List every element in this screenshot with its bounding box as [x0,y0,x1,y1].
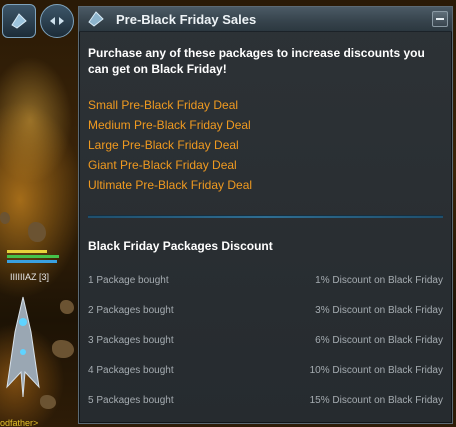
asteroid [60,300,74,314]
player-status-bars [7,250,59,265]
hud-ship-button[interactable] [2,4,36,38]
deal-link-large[interactable]: Large Pre-Black Friday Deal [88,135,443,155]
asteroid [28,222,46,242]
packages-bought: 1 Package bought [88,274,169,286]
packages-bought: 5 Packages bought [88,394,174,406]
deal-link-ultimate[interactable]: Ultimate Pre-Black Friday Deal [88,175,443,195]
packages-bought: 4 Packages bought [88,364,174,376]
deal-list: Small Pre-Black Friday Deal Medium Pre-B… [88,95,443,195]
intro-text: Purchase any of these packages to increa… [88,46,425,76]
discount-value: 1% Discount on Black Friday [315,274,443,286]
discount-value: 3% Discount on Black Friday [315,304,443,316]
discount-row: 5 Packages bought 15% Discount on Black … [88,385,443,415]
packages-bought: 3 Packages bought [88,334,174,346]
chat-fragment: odfather> [0,418,39,427]
deal-link-small[interactable]: Small Pre-Black Friday Deal [88,95,443,115]
section-divider [88,215,443,218]
packages-bought: 2 Packages bought [88,304,174,316]
player-name: IIIIIIAZ [3] [10,272,50,282]
deal-link-giant[interactable]: Giant Pre-Black Friday Deal [88,155,443,175]
window-title: Pre-Black Friday Sales [116,11,257,27]
hud-toggle-button[interactable] [40,4,74,38]
discount-row: 2 Packages bought 3% Discount on Black F… [88,295,443,325]
ship-icon [11,13,27,29]
discount-row: 4 Packages bought 10% Discount on Black … [88,355,443,385]
minimize-icon [436,18,444,20]
window-content: Purchase any of these packages to increa… [79,32,452,415]
discount-value: 6% Discount on Black Friday [315,334,443,346]
discount-value: 10% Discount on Black Friday [309,364,443,376]
discount-row: 3 Packages bought 6% Discount on Black F… [88,325,443,355]
ship-icon [86,9,106,29]
double-arrow-icon [50,17,64,25]
discount-table: 1 Package bought 1% Discount on Black Fr… [88,265,443,415]
discount-section-title: Black Friday Packages Discount [88,239,273,253]
pre-black-friday-window: Pre-Black Friday Sales Purchase any of t… [78,6,453,424]
asteroid [52,340,74,358]
player-ship [6,296,40,398]
window-titlebar[interactable]: Pre-Black Friday Sales [79,7,452,32]
discount-row: 1 Package bought 1% Discount on Black Fr… [88,265,443,295]
discount-value: 15% Discount on Black Friday [309,394,443,406]
deal-link-medium[interactable]: Medium Pre-Black Friday Deal [88,115,443,135]
asteroid [0,212,10,224]
minimize-button[interactable] [432,11,448,27]
